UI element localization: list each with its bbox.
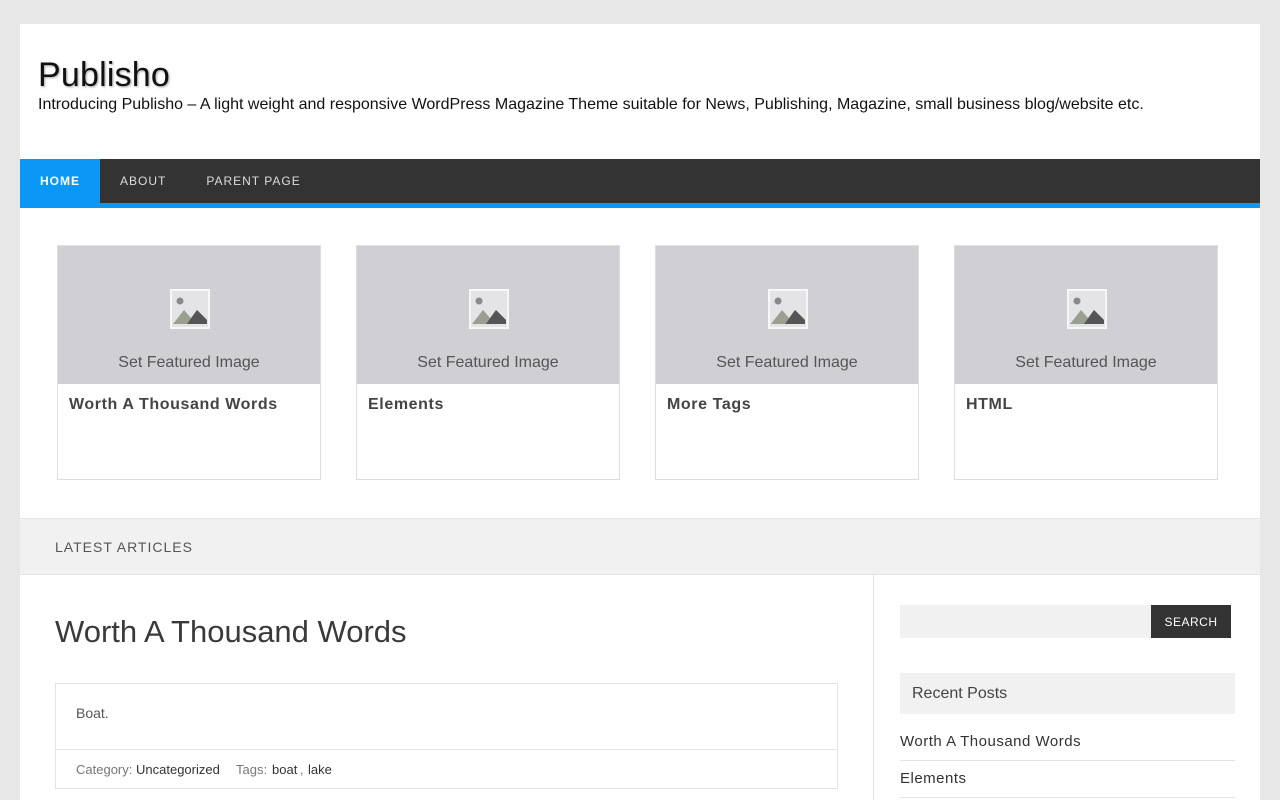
nav-item-about[interactable]: ABOUT	[100, 159, 186, 203]
page-container: Publisho Introducing Publisho – A light …	[20, 24, 1260, 800]
recent-posts-widget-title: Recent Posts	[900, 673, 1235, 714]
post-excerpt: Boat.	[76, 705, 109, 721]
post-content-box: Boat. Category: Uncategorized Tags: boat…	[55, 683, 838, 789]
tag-separator: ,	[300, 762, 304, 777]
search-button[interactable]: SEARCH	[1151, 605, 1231, 638]
featured-card-title[interactable]: Worth A Thousand Words	[69, 396, 278, 414]
placeholder-text: Set Featured Image	[716, 354, 858, 371]
latest-articles-heading: LATEST ARTICLES	[55, 539, 193, 555]
post-meta: Category: Uncategorized Tags: boat , lak…	[56, 749, 837, 789]
site-title[interactable]: Publisho	[38, 56, 170, 95]
featured-card-title[interactable]: HTML	[966, 396, 1013, 414]
search-input[interactable]	[900, 605, 1151, 638]
recent-posts-title: Recent Posts	[912, 685, 1008, 702]
featured-card[interactable]: Set Featured Image HTML	[954, 245, 1218, 480]
placeholder-text: Set Featured Image	[417, 354, 559, 371]
main-navigation: HOME ABOUT PARENT PAGE	[20, 159, 1260, 208]
recent-post-item[interactable]: Elements	[900, 761, 1235, 798]
tag-link-boat[interactable]: boat	[272, 762, 297, 777]
featured-card[interactable]: Set Featured Image Worth A Thousand Word…	[57, 245, 321, 480]
featured-card[interactable]: Set Featured Image Elements	[356, 245, 620, 480]
image-placeholder-icon	[768, 289, 808, 329]
tag-link-lake[interactable]: lake	[308, 762, 332, 777]
image-placeholder-icon	[469, 289, 509, 329]
featured-image-placeholder: Set Featured Image	[656, 246, 918, 384]
featured-card-title[interactable]: Elements	[368, 396, 444, 414]
category-label: Category:	[76, 762, 133, 777]
featured-card[interactable]: Set Featured Image More Tags	[655, 245, 919, 480]
featured-card-title[interactable]: More Tags	[667, 396, 751, 414]
recent-posts-list: Worth A Thousand Words Elements	[900, 724, 1235, 798]
latest-articles-bar: LATEST ARTICLES	[20, 518, 1260, 575]
post-title[interactable]: Worth A Thousand Words	[55, 614, 407, 650]
nav-item-home[interactable]: HOME	[20, 159, 100, 203]
featured-image-placeholder: Set Featured Image	[58, 246, 320, 384]
category-link[interactable]: Uncategorized	[136, 762, 220, 777]
placeholder-text: Set Featured Image	[1015, 354, 1157, 371]
placeholder-text: Set Featured Image	[118, 354, 260, 371]
featured-image-placeholder: Set Featured Image	[357, 246, 619, 384]
nav-item-parent-page[interactable]: PARENT PAGE	[186, 159, 320, 203]
featured-image-placeholder: Set Featured Image	[955, 246, 1217, 384]
recent-post-item[interactable]: Worth A Thousand Words	[900, 724, 1235, 761]
site-description: Introducing Publisho – A light weight an…	[38, 96, 1144, 113]
tags-label: Tags:	[236, 762, 268, 777]
featured-cards: Set Featured Image Worth A Thousand Word…	[57, 245, 1219, 480]
sidebar-divider	[873, 574, 874, 800]
image-placeholder-icon	[1067, 289, 1107, 329]
image-placeholder-icon	[170, 289, 210, 329]
